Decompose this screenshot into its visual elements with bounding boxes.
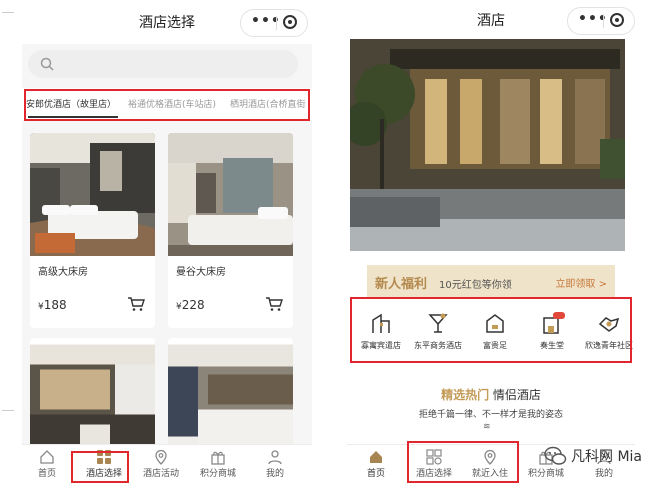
edge-mark [2, 410, 14, 411]
watermark-text: 凡科网 Mia [571, 449, 642, 465]
room-photo [30, 133, 155, 256]
room-name: 高级大床房 [38, 267, 88, 278]
capsule-divider [603, 14, 604, 28]
home-icon [370, 451, 382, 463]
mini-program-capsule: ••• [567, 7, 635, 35]
home-icon [40, 450, 54, 464]
room-card[interactable] [30, 338, 155, 448]
room-photo [168, 133, 293, 256]
promo-title: 新人福利 [375, 277, 428, 292]
new-user-promo-banner[interactable]: 新人福利 10元红包等你领 立即领取 > [367, 265, 615, 297]
close-capsule-button[interactable] [283, 15, 297, 29]
tabbar-label: 首页 [366, 469, 385, 479]
room-photo [30, 344, 155, 448]
promo-text: 10元红包等你领 [439, 280, 512, 291]
capsule-divider [276, 16, 277, 30]
tabbar-label: 积分商城 [199, 469, 236, 479]
cart-icon[interactable] [127, 296, 145, 312]
tabbar-item-home[interactable]: 首页 [22, 449, 72, 479]
bottom-tab-bar: 首页 酒店选择 酒店活动 积分商城 我的 [22, 444, 312, 485]
location-icon [155, 449, 167, 465]
gift-icon [211, 451, 225, 465]
tabbar-label: 积分商城 [527, 469, 564, 479]
room-card[interactable]: 高级大床房 ¥188 [30, 133, 155, 328]
room-photo [168, 344, 293, 448]
tabbar-label: 酒店活动 [142, 469, 179, 479]
room-card[interactable] [168, 338, 293, 448]
room-price: ¥228 [176, 298, 205, 312]
tabbar-item-points-mall[interactable]: 积分商城 [193, 449, 243, 479]
search-icon [40, 57, 54, 71]
edge-mark [2, 12, 14, 13]
hotel-select-screen: 酒店选择 ••• 安郎优酒店（故里店） 裕通优格酒店(车站店) 栖玥酒店(合桥直… [22, 0, 312, 485]
hotel-banner-photo[interactable] [350, 39, 625, 251]
room-card[interactable]: 曼谷大床房 ¥228 [168, 133, 293, 328]
nav-bar: 酒店 ••• [347, 0, 635, 36]
tabbar-label: 我的 [594, 469, 613, 479]
room-name: 曼谷大床房 [176, 267, 226, 278]
room-price: ¥188 [38, 298, 67, 312]
section-title-accent: 精选热门 [441, 388, 490, 402]
highlight-box-tab-hotel-select [71, 451, 129, 483]
user-icon [268, 450, 282, 465]
section-subtitle: 拒绝千篇一律、不一样才是我的姿态 [418, 410, 563, 420]
wave-divider: ≋ [483, 422, 491, 432]
nav-bar: 酒店选择 ••• [22, 0, 312, 44]
promo-claim-link[interactable]: 立即领取 > [555, 275, 607, 290]
highlight-box-tabs-select-nearby [407, 441, 519, 483]
highlight-box-categories [350, 297, 632, 363]
tabbar-item-mine[interactable]: 我的 [250, 449, 300, 479]
highlight-box-tabs [24, 89, 310, 121]
section-title: 精选热门 情侣酒店 [347, 386, 635, 403]
tabbar-item-activities[interactable]: 酒店活动 [136, 449, 186, 479]
section-title-rest: 情侣酒店 [492, 388, 541, 402]
cart-icon[interactable] [265, 296, 283, 312]
wechat-official-account-icon [544, 446, 567, 465]
tabbar-item-home[interactable]: 首页 [351, 449, 401, 479]
search-input[interactable] [28, 50, 298, 78]
tabbar-label: 我的 [265, 469, 284, 479]
mini-program-capsule: ••• [240, 9, 308, 37]
hotel-home-screen: 酒店 ••• 新人福利 10元红包等你领 立即领取 > 寡寓宾遣店 东平商务酒店… [347, 0, 635, 485]
close-capsule-button[interactable] [610, 13, 624, 27]
tabbar-label: 首页 [37, 469, 56, 479]
